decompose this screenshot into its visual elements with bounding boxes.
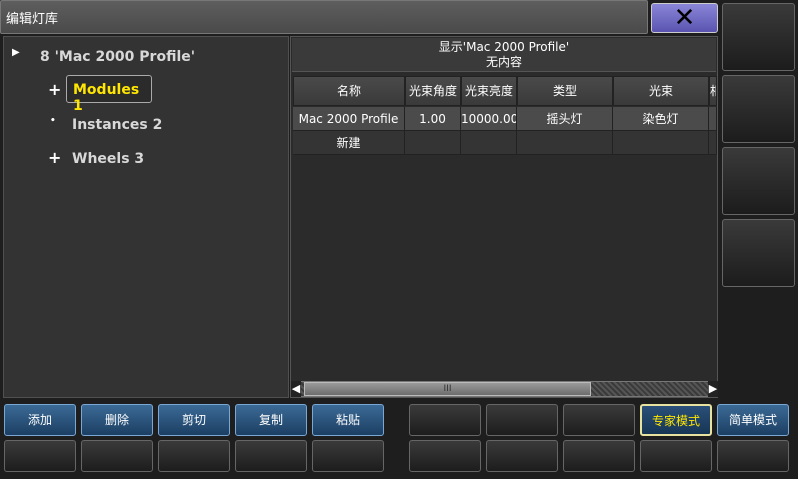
table-title-line2: 无内容 bbox=[485, 55, 522, 69]
tree-item-instances[interactable]: Instances 2 bbox=[72, 117, 162, 133]
close-button[interactable]: ✕ bbox=[651, 3, 718, 33]
table-cell[interactable]: Mac 2000 Profile bbox=[293, 107, 405, 131]
empty-button[interactable] bbox=[486, 404, 558, 436]
table-title: 显示'Mac 2000 Profile' 无内容 bbox=[292, 38, 716, 72]
table-cell[interactable]: 摇头灯 bbox=[517, 107, 613, 131]
expert-mode-button[interactable]: 专家模式 bbox=[640, 404, 712, 436]
table-cell[interactable] bbox=[405, 131, 461, 155]
table-cell-new[interactable]: 新建 bbox=[293, 131, 405, 155]
column-header-partial[interactable]: 相 bbox=[709, 76, 717, 106]
table-cell[interactable] bbox=[709, 107, 717, 131]
column-header-beam-angle[interactable]: 光束角度 bbox=[405, 76, 461, 106]
empty-button[interactable] bbox=[563, 440, 635, 472]
table-cell[interactable] bbox=[517, 131, 613, 155]
table-cell[interactable] bbox=[709, 131, 717, 155]
table-title-line1: 显示'Mac 2000 Profile' bbox=[438, 40, 570, 54]
copy-button[interactable]: 复制 bbox=[235, 404, 307, 436]
table-cell[interactable]: 10000.00 bbox=[461, 107, 517, 131]
empty-button[interactable] bbox=[81, 440, 153, 472]
window-title: 编辑灯库 bbox=[6, 12, 59, 27]
window-title-bar bbox=[0, 0, 648, 34]
leaf-dot-icon: • bbox=[50, 116, 56, 126]
table-cell[interactable]: 染色灯 bbox=[613, 107, 709, 131]
empty-button[interactable] bbox=[486, 440, 558, 472]
simple-mode-button[interactable]: 简单模式 bbox=[717, 404, 789, 436]
column-header-beam-intensity[interactable]: 光束亮度 bbox=[461, 76, 517, 106]
tree-root-label[interactable]: 8 'Mac 2000 Profile' bbox=[40, 49, 195, 65]
side-button-3[interactable] bbox=[722, 147, 795, 215]
table-cell[interactable] bbox=[461, 131, 517, 155]
column-header-type[interactable]: 类型 bbox=[517, 76, 613, 106]
empty-button[interactable] bbox=[4, 440, 76, 472]
side-button-4[interactable] bbox=[722, 219, 795, 287]
cut-button[interactable]: 剪切 bbox=[158, 404, 230, 436]
side-button-2[interactable] bbox=[722, 75, 795, 143]
table-cell[interactable]: 1.00 bbox=[405, 107, 461, 131]
column-header-beam[interactable]: 光束 bbox=[613, 76, 709, 106]
close-icon: ✕ bbox=[673, 3, 696, 33]
delete-button[interactable]: 删除 bbox=[81, 404, 153, 436]
expand-plus-icon[interactable]: + bbox=[48, 80, 61, 99]
column-header-name[interactable]: 名称 bbox=[293, 76, 405, 106]
empty-button[interactable] bbox=[158, 440, 230, 472]
table-cell[interactable] bbox=[613, 131, 709, 155]
paste-button[interactable]: 粘贴 bbox=[312, 404, 384, 436]
empty-button[interactable] bbox=[312, 440, 384, 472]
scroll-left-icon[interactable]: ◀ bbox=[291, 381, 301, 397]
tree-item-wheels[interactable]: Wheels 3 bbox=[72, 151, 144, 167]
empty-button[interactable] bbox=[235, 440, 307, 472]
expand-plus-icon[interactable]: + bbox=[48, 148, 61, 167]
add-button[interactable]: 添加 bbox=[4, 404, 76, 436]
empty-button[interactable] bbox=[640, 440, 712, 472]
tree-item-modules[interactable]: Modules 1 bbox=[66, 75, 152, 114]
empty-button[interactable] bbox=[409, 404, 481, 436]
scrollbar-thumb[interactable]: III bbox=[304, 382, 591, 396]
empty-button[interactable] bbox=[717, 440, 789, 472]
empty-button[interactable] bbox=[409, 440, 481, 472]
scroll-right-icon[interactable]: ▶ bbox=[708, 381, 718, 397]
empty-button[interactable] bbox=[563, 404, 635, 436]
side-button-1[interactable] bbox=[722, 3, 795, 71]
expand-arrow-icon[interactable]: ▶ bbox=[12, 47, 20, 58]
